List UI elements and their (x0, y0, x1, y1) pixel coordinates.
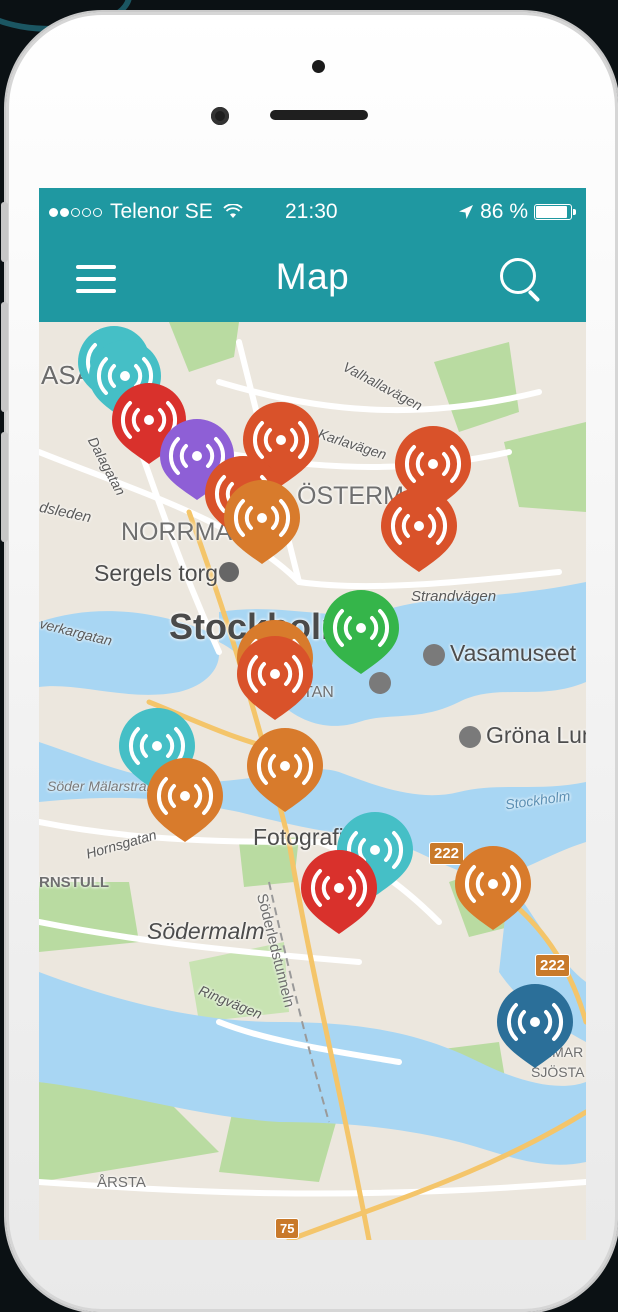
search-icon (500, 258, 536, 294)
phone-proximity-sensor (312, 60, 325, 73)
location-arrow-icon (459, 205, 474, 219)
map-marker-orange-red[interactable] (237, 636, 313, 720)
phone-front-camera (211, 107, 229, 125)
map-marker-green[interactable] (323, 590, 399, 674)
navigation-bar: Map (39, 238, 586, 322)
marker-layer (78, 326, 573, 1068)
carrier-name: Telenor SE (110, 200, 213, 223)
map-marker-orange[interactable] (224, 480, 300, 564)
status-time: 21:30 (285, 200, 338, 223)
map-marker-orange[interactable] (247, 728, 323, 812)
phone-earpiece-speaker (270, 110, 368, 120)
carrier-info: Telenor SE (49, 200, 243, 224)
map-view[interactable]: ASA Valhallavägen Karlavägen Dalagatan d… (39, 322, 586, 1240)
map-marker-red[interactable] (301, 850, 377, 934)
map-marker-orange-red[interactable] (381, 488, 457, 572)
map-marker-navy[interactable] (497, 984, 573, 1068)
phone-mute-switch (1, 202, 8, 262)
signal-strength-icon (49, 207, 102, 217)
app-screen: Telenor SE 21:30 86 % Map ASA Valhallavä… (39, 188, 586, 1240)
status-bar: Telenor SE 21:30 86 % (39, 188, 586, 238)
search-button[interactable] (498, 256, 546, 304)
phone-volume-down-button (1, 432, 8, 542)
battery-percent: 86 % (480, 200, 528, 223)
battery-info: 86 % (458, 200, 576, 224)
map-marker-orange[interactable] (147, 758, 223, 842)
phone-volume-up-button (1, 302, 8, 412)
map-marker-orange[interactable] (455, 846, 531, 930)
battery-icon (534, 204, 576, 220)
wifi-icon (223, 204, 243, 218)
